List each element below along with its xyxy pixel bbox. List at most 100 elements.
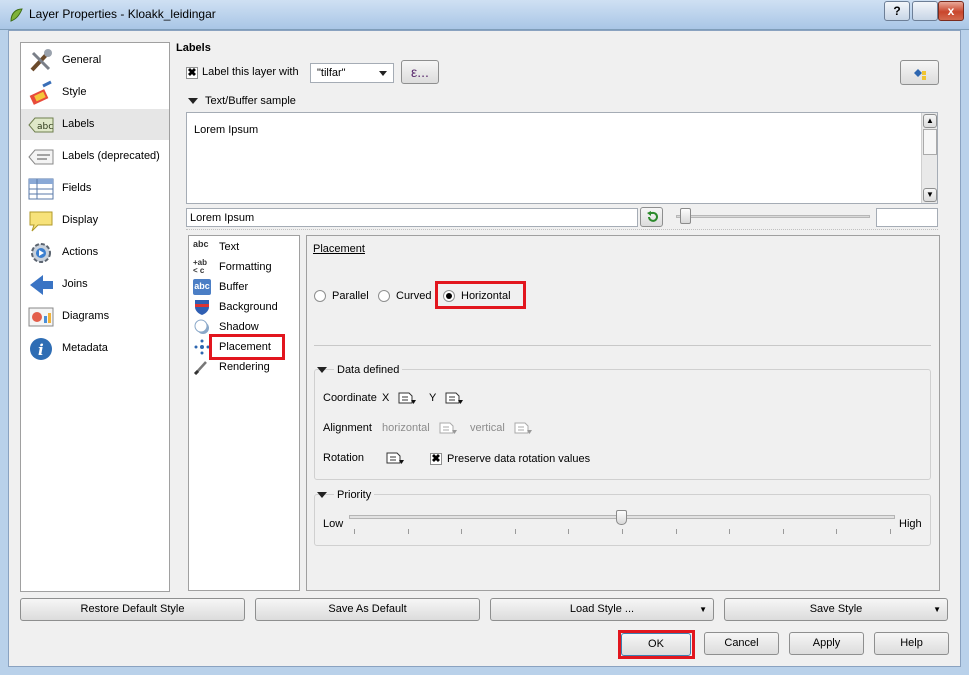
save-as-default-button[interactable]: Save As Default [255, 598, 480, 621]
restore-default-style-button[interactable]: Restore Default Style [20, 598, 245, 621]
sidebar-item-style[interactable]: Style [21, 77, 169, 108]
sample-text-input[interactable]: Lorem Ipsum [186, 208, 638, 227]
subnav-item-background[interactable]: Background [193, 297, 297, 317]
brush-icon [193, 361, 207, 375]
data-defined-horizontal-button[interactable] [438, 420, 458, 436]
minimize-button[interactable] [912, 1, 938, 21]
diagram-icon [28, 307, 54, 327]
close-button[interactable]: x [938, 1, 964, 21]
help-title-button[interactable]: ? [884, 1, 910, 21]
sidebar-item-general[interactable]: General [21, 45, 169, 76]
background-color-field[interactable] [876, 208, 938, 227]
sidebar-item-metadata[interactable]: i Metadata [21, 333, 169, 364]
diamond-grid-icon [914, 69, 926, 80]
cancel-button[interactable]: Cancel [704, 632, 779, 655]
sidebar-item-fields[interactable]: Fields [21, 173, 169, 204]
rule-settings-button[interactable] [900, 60, 939, 85]
buffer-icon: abc [193, 279, 211, 295]
separator [314, 345, 931, 346]
collapse-triangle-icon[interactable] [317, 367, 327, 373]
sample-header: Text/Buffer sample [205, 95, 296, 107]
save-style-label: Save Style [809, 603, 863, 615]
sample-zoom-handle[interactable] [680, 208, 691, 224]
priority-low-label: Low [323, 518, 344, 530]
sample-text: Lorem Ipsum [194, 124, 259, 136]
paintbrush-icon [29, 80, 52, 105]
sidebar-item-label: Diagrams [62, 310, 110, 322]
apply-button[interactable]: Apply [789, 632, 864, 655]
load-style-button[interactable]: Load Style ... ▼ [490, 598, 714, 621]
highlight-horizontal [435, 281, 526, 309]
load-style-label: Load Style ... [569, 603, 635, 615]
priority-tick [514, 529, 516, 534]
sample-zoom-slider[interactable] [676, 215, 870, 218]
alignment-label: Alignment [323, 422, 372, 434]
subnav-label: Rendering [219, 361, 270, 373]
tools-icon [30, 49, 52, 72]
abc-icon: abc [193, 239, 209, 249]
expression-button[interactable]: ε... [401, 60, 439, 84]
sidebar-item-label: Actions [62, 246, 99, 258]
parallel-radio[interactable] [314, 290, 326, 302]
sample-scrollbar[interactable]: ▲ ▼ [921, 113, 937, 203]
window-title: Layer Properties - Kloakk_leidingar [29, 7, 216, 21]
collapse-triangle-icon[interactable] [317, 492, 327, 498]
subnav-label: Text [219, 241, 240, 253]
scroll-up-button[interactable]: ▲ [923, 114, 937, 128]
subnav-item-rendering[interactable]: Rendering [193, 357, 297, 377]
sidebar-item-label: Display [62, 214, 99, 226]
priority-high-label: High [899, 518, 922, 530]
coordinate-y-label: Y [429, 392, 437, 404]
priority-slider-handle[interactable] [616, 510, 627, 525]
dropdown-arrow-icon: ▼ [933, 605, 941, 614]
sidebar-item-actions[interactable]: Actions [21, 237, 169, 268]
background-shield-icon [195, 300, 209, 315]
sidebar-item-label: Labels (deprecated) [62, 150, 160, 162]
chevron-down-icon [379, 71, 387, 76]
sample-input-value: Lorem Ipsum [190, 212, 255, 224]
scroll-thumb[interactable] [923, 129, 937, 155]
priority-tick [407, 529, 409, 534]
sidebar-item-label: Style [62, 86, 87, 98]
preserve-rotation-label: Preserve data rotation values [447, 453, 591, 465]
alignment-horizontal-label: horizontal [382, 422, 430, 434]
label-this-layer-label: Label this layer with [202, 66, 299, 78]
subnav-label: Shadow [219, 321, 259, 333]
gear-icon [31, 243, 51, 263]
data-defined-y-button[interactable] [444, 390, 464, 406]
data-defined-x-button[interactable] [397, 390, 417, 406]
parallel-label: Parallel [332, 290, 369, 302]
label-field-select[interactable]: "tilfar" [310, 63, 394, 83]
priority-tick [568, 529, 570, 534]
alignment-vertical-label: vertical [470, 422, 505, 434]
coordinate-x-label: X [382, 392, 390, 404]
subnav-item-formatting[interactable]: +ab < c Formatting [193, 257, 297, 277]
data-defined-rotation-button[interactable] [385, 450, 405, 466]
data-defined-vertical-button[interactable] [513, 420, 533, 436]
priority-tick [354, 529, 355, 534]
splitter-handle[interactable] [186, 229, 938, 232]
label-this-layer-checkbox[interactable]: ✖ [186, 67, 198, 79]
sidebar-item-diagrams[interactable]: Diagrams [21, 301, 169, 332]
preserve-rotation-checkbox[interactable]: ✖ [430, 453, 442, 465]
curved-radio[interactable] [378, 290, 390, 302]
sidebar-item-display[interactable]: Display [21, 205, 169, 236]
scroll-down-button[interactable]: ▼ [923, 188, 937, 202]
title-bar: Layer Properties - Kloakk_leidingar ? x [0, 0, 969, 30]
subnav-item-text[interactable]: abc Text [193, 237, 297, 257]
sidebar-item-joins[interactable]: Joins [21, 269, 169, 300]
subnav-item-buffer[interactable]: abc Buffer [193, 277, 297, 297]
sidebar-item-label: General [62, 54, 102, 66]
label-deprecated-icon [28, 149, 54, 165]
reset-sample-button[interactable] [640, 207, 663, 227]
save-style-button[interactable]: Save Style ▼ [724, 598, 948, 621]
join-icon [30, 275, 53, 295]
help-button[interactable]: Help [874, 632, 949, 655]
coordinate-label: Coordinate [323, 392, 377, 404]
collapse-triangle-icon[interactable] [188, 98, 198, 104]
sidebar-item-labels[interactable]: abc Labels [21, 109, 169, 140]
sidebar-item-labels-deprecated[interactable]: Labels (deprecated) [21, 141, 169, 172]
subnav-label: Background [219, 301, 278, 313]
svg-text:abc: abc [37, 122, 53, 132]
sidebar-item-label: Fields [62, 182, 92, 194]
